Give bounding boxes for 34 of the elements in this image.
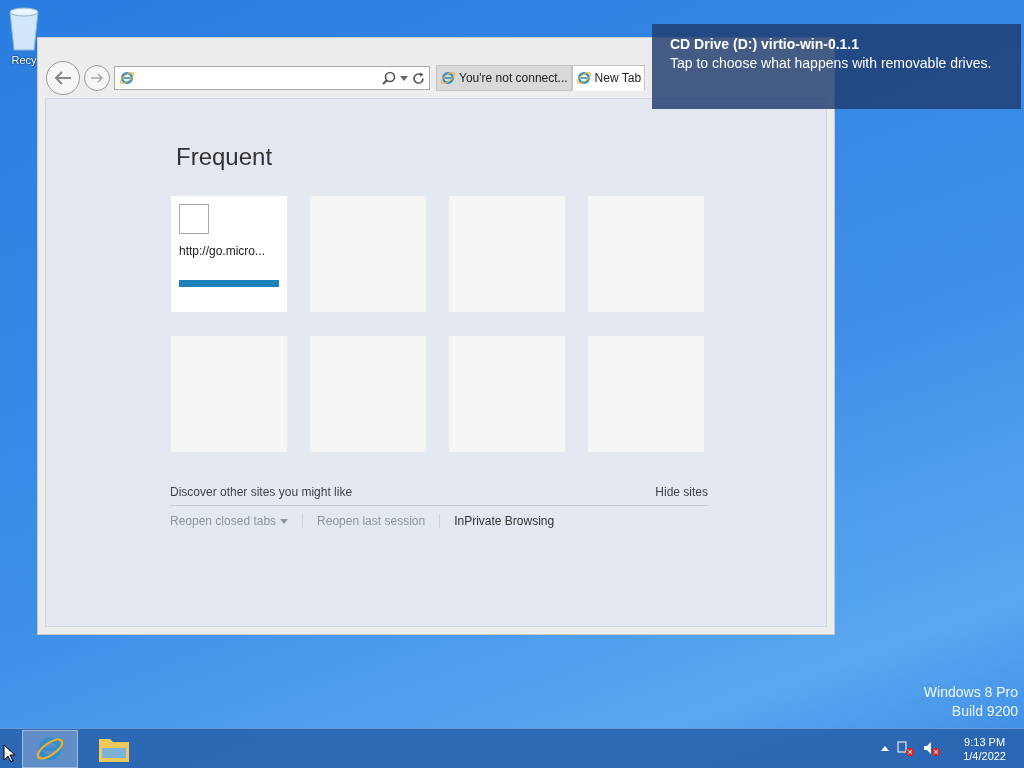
watermark-text: Windows 8 Pro (923, 684, 1018, 700)
clock-time[interactable]: 9:13 PM (964, 735, 1006, 748)
browser-tab[interactable]: You're not connect... (436, 65, 572, 91)
page-link[interactable]: InPrivate Browsing (454, 514, 555, 528)
dropdown-caret-icon (280, 518, 289, 524)
browser-tab[interactable]: New Tab (571, 65, 646, 91)
recycle-bin-icon[interactable] (6, 6, 42, 52)
back-button[interactable] (46, 61, 80, 95)
clock-date[interactable]: 1/4/2022 (963, 749, 1006, 762)
caret-up-icon[interactable] (881, 746, 890, 751)
notification-title: CD Drive (D:) virtio-win-0.1.1 (670, 36, 861, 52)
notification-toast[interactable]: CD Drive (D:) virtio-win-0.1.1 Tap to choose what happens with removable drives. (652, 24, 1021, 109)
site-url: http://go.micro... (179, 244, 267, 258)
right-arrow-icon (90, 73, 104, 83)
discover-link[interactable]: Discover other sites you might like (170, 485, 353, 499)
browser-logo-icon (575, 70, 592, 86)
speaker-muted-icon[interactable] (923, 740, 942, 757)
desktop-icon-label: Recy (11, 54, 37, 66)
refresh-icon[interactable] (412, 71, 425, 85)
hide-sites-link[interactable]: Hide sites (655, 485, 708, 499)
site-tile[interactable]: http://go.micro... (170, 195, 288, 313)
network-error-icon[interactable] (897, 740, 916, 757)
address-field[interactable] (114, 66, 430, 90)
site-thumbnail (179, 204, 209, 234)
mouse-cursor-icon (3, 744, 15, 762)
taskbar-app[interactable] (22, 729, 78, 768)
browser-logo-icon (119, 70, 135, 86)
search-icon[interactable] (382, 71, 396, 85)
watermark-text: Build 9200 (951, 703, 1018, 719)
section-heading: Frequent (176, 143, 273, 171)
browser-logo-icon (440, 70, 456, 86)
left-arrow-icon (54, 71, 72, 85)
notification-message: Tap to choose what happens with removable drives. (670, 54, 993, 73)
dropdown-caret-icon[interactable] (400, 75, 408, 81)
